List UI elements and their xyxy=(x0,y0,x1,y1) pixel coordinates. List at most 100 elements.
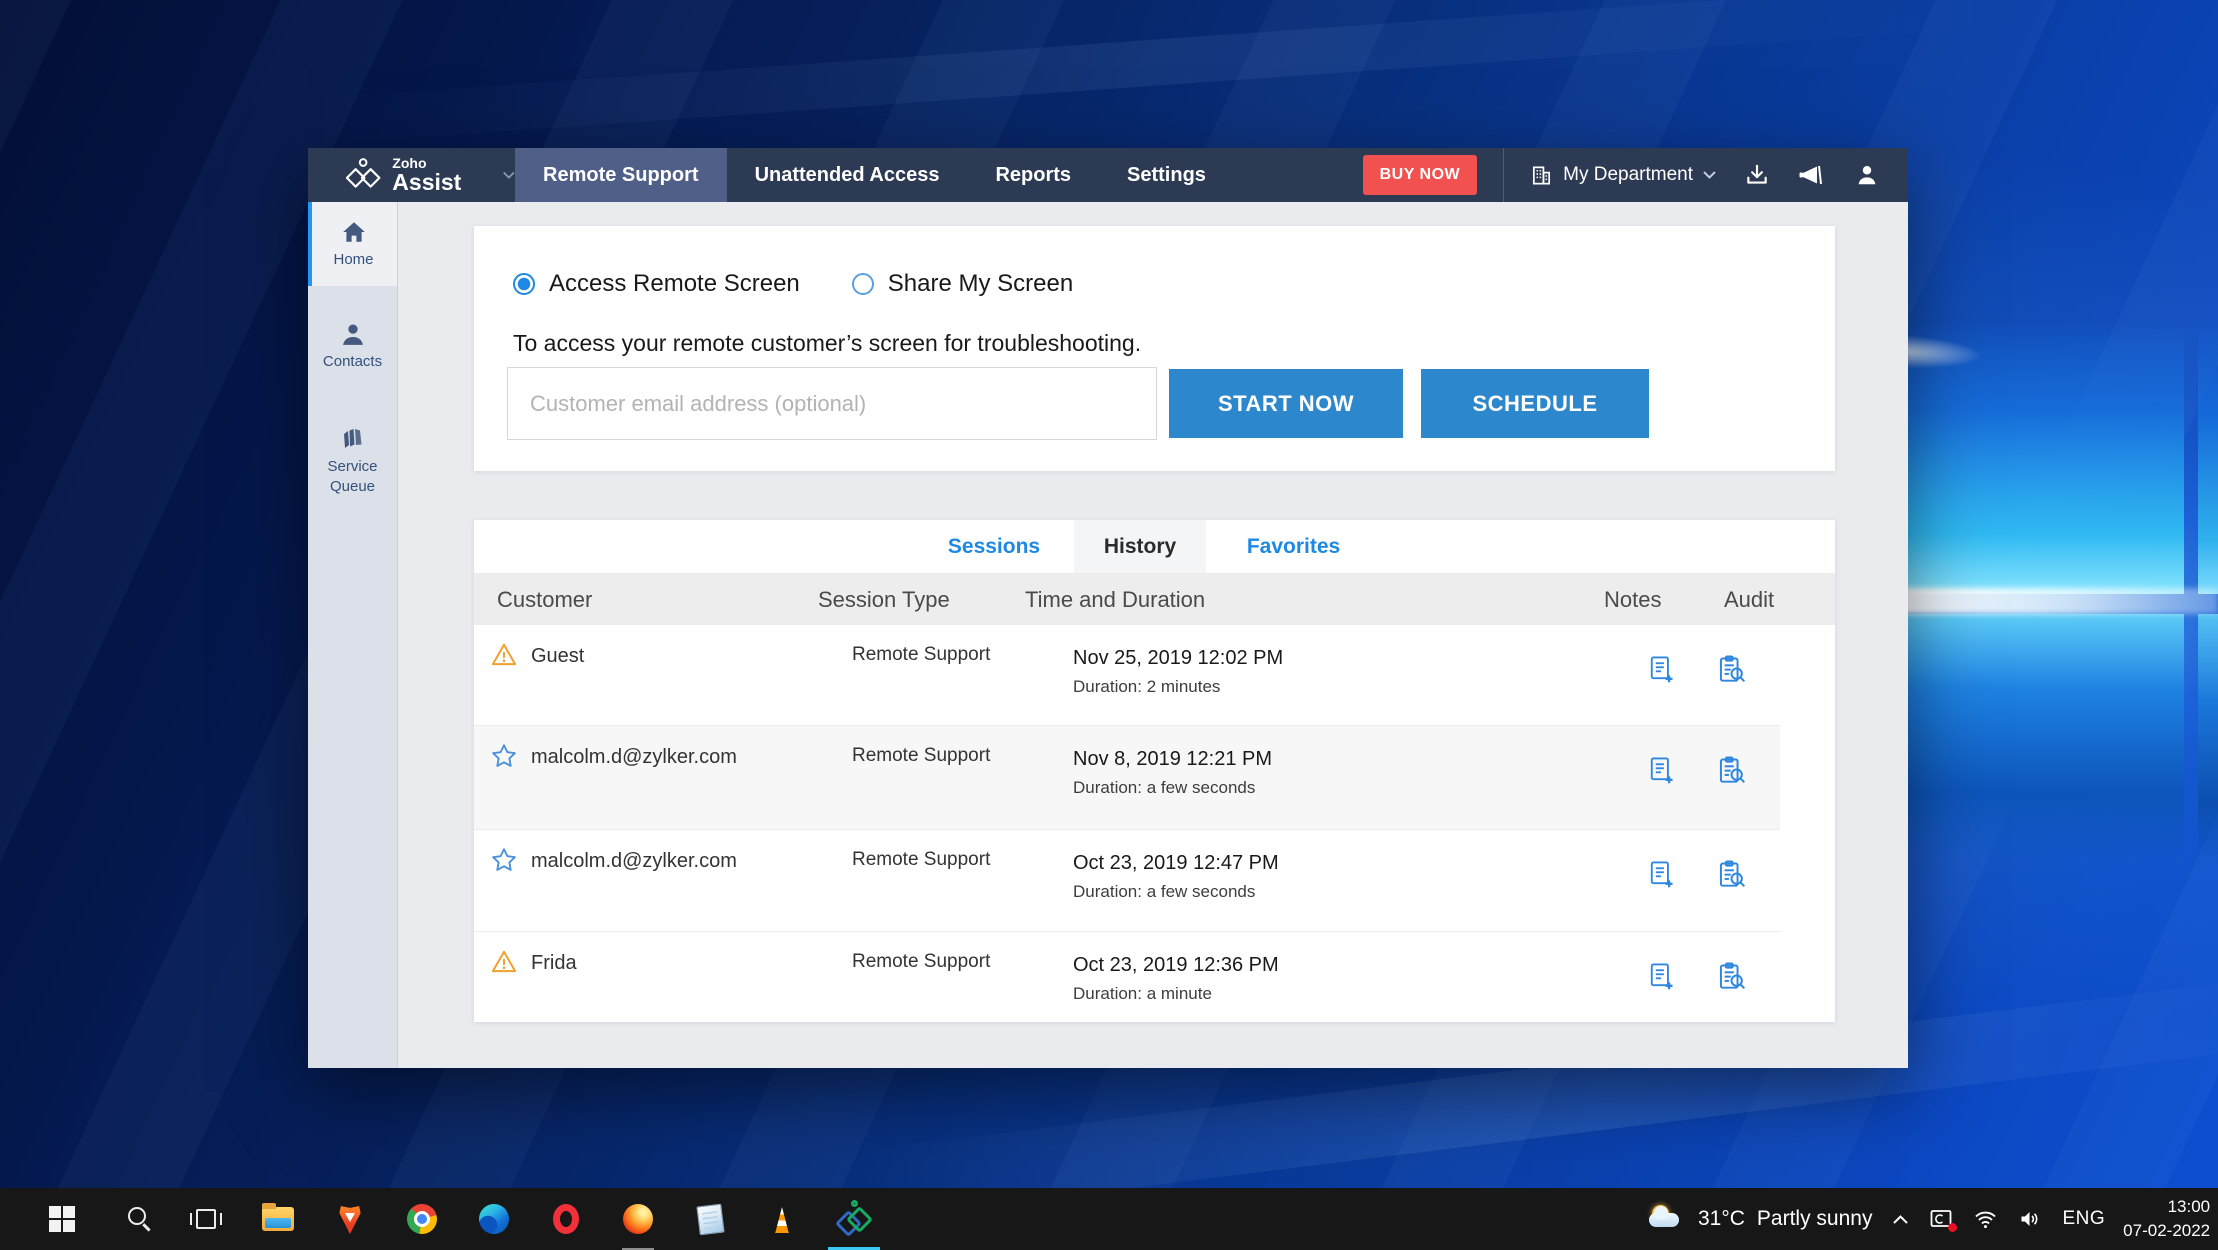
session-duration: Duration: a few seconds xyxy=(1073,882,1255,902)
zoho-assist-logo[interactable]: Zoho Assist xyxy=(308,148,515,202)
remote-session-description: To access your remote customer’s screen … xyxy=(513,330,1141,357)
brand-zoho: Zoho xyxy=(392,156,461,170)
notification-badge xyxy=(1948,1223,1957,1232)
session-time: Oct 23, 2019 12:47 PM xyxy=(1073,852,1279,875)
session-type: Remote Support xyxy=(852,644,990,666)
firefox-taskbar-button[interactable] xyxy=(602,1188,674,1250)
sidebar-item-home[interactable]: Home xyxy=(308,202,397,286)
share-my-screen-label[interactable]: Share My Screen xyxy=(888,270,1073,298)
tab-history[interactable]: History xyxy=(1074,520,1206,573)
row-stripe xyxy=(474,830,1780,932)
tab-unattended-access[interactable]: Unattended Access xyxy=(727,148,968,202)
wifi-icon[interactable] xyxy=(1973,1209,1998,1229)
customer-name: Guest xyxy=(531,645,584,668)
start-now-button[interactable]: START NOW xyxy=(1169,369,1403,438)
favorite-star-icon[interactable] xyxy=(490,742,518,770)
add-notes-icon[interactable] xyxy=(1646,858,1676,890)
start-taskbar-button[interactable] xyxy=(26,1188,98,1250)
share-my-screen-radio[interactable] xyxy=(852,273,874,295)
schedule-button[interactable]: SCHEDULE xyxy=(1421,369,1649,438)
show-hidden-icons-chevron[interactable] xyxy=(1892,1214,1909,1225)
session-duration: Duration: 2 minutes xyxy=(1073,677,1220,697)
chevron-down-icon[interactable] xyxy=(503,171,515,180)
wallpaper-light-streak xyxy=(300,0,1999,145)
taskbar-clock[interactable]: 13:00 07-02-2022 xyxy=(2123,1195,2210,1243)
volume-icon[interactable] xyxy=(2018,1209,2042,1229)
windows-taskbar: 31°C Partly sunny xyxy=(0,1188,2218,1250)
zoho-assist-logo-icon xyxy=(344,154,382,196)
session-time: Nov 8, 2019 12:21 PM xyxy=(1073,748,1272,771)
download-icon[interactable] xyxy=(1744,162,1770,188)
partly-sunny-icon xyxy=(1648,1204,1688,1234)
wallpaper-window-crossbar-glow xyxy=(1890,588,2218,614)
search-taskbar-button[interactable] xyxy=(98,1188,170,1250)
table-row[interactable]: Guest Remote Support Nov 25, 2019 12:02 … xyxy=(474,625,1835,726)
tab-sessions[interactable]: Sessions xyxy=(914,520,1074,573)
language-indicator[interactable]: ENG xyxy=(2062,1208,2105,1230)
action-center-icon[interactable] xyxy=(1929,1208,1953,1230)
session-duration: Duration: a few seconds xyxy=(1073,778,1255,798)
user-account-icon[interactable] xyxy=(1854,162,1880,188)
buy-now-button[interactable]: BUY NOW xyxy=(1363,155,1478,195)
task-view-taskbar-button[interactable] xyxy=(170,1188,242,1250)
warning-icon xyxy=(490,948,518,976)
sidebar-item-contacts[interactable]: Contacts xyxy=(308,308,397,384)
add-notes-icon[interactable] xyxy=(1646,960,1676,992)
session-time: Nov 25, 2019 12:02 PM xyxy=(1073,647,1283,670)
edge-taskbar-button[interactable] xyxy=(458,1188,530,1250)
tab-settings[interactable]: Settings xyxy=(1099,148,1234,202)
access-remote-screen-label[interactable]: Access Remote Screen xyxy=(549,270,800,298)
start-icon xyxy=(49,1206,75,1232)
view-audit-icon[interactable] xyxy=(1716,858,1748,890)
department-selector[interactable]: My Department xyxy=(1530,164,1716,187)
file-explorer-icon xyxy=(262,1207,294,1231)
history-tabs: Sessions History Favorites xyxy=(474,520,1835,573)
table-row[interactable]: Frida Remote Support Oct 23, 2019 12:36 … xyxy=(474,932,1835,1020)
table-row[interactable]: malcolm.d@zylker.com Remote Support Oct … xyxy=(474,830,1835,932)
taskbar-pinned-apps xyxy=(26,1188,890,1250)
session-history-card: Sessions History Favorites Customer Sess… xyxy=(474,520,1835,1022)
zoho-assist-taskbar-button[interactable] xyxy=(818,1188,890,1250)
edge-icon xyxy=(479,1204,509,1234)
tab-favorites[interactable]: Favorites xyxy=(1206,520,1381,573)
column-customer: Customer xyxy=(497,587,592,613)
warning-icon xyxy=(490,641,518,669)
sidebar-item-service-queue[interactable]: Service Queue xyxy=(308,411,397,510)
table-row[interactable]: malcolm.d@zylker.com Remote Support Nov … xyxy=(474,726,1835,830)
brave-icon xyxy=(337,1204,363,1234)
add-notes-icon[interactable] xyxy=(1646,754,1676,786)
notepad-icon xyxy=(696,1203,724,1235)
tab-reports[interactable]: Reports xyxy=(967,148,1099,202)
opera-taskbar-button[interactable] xyxy=(530,1188,602,1250)
remote-session-card: Access Remote Screen Share My Screen To … xyxy=(474,226,1835,471)
view-audit-icon[interactable] xyxy=(1716,653,1748,685)
chrome-taskbar-button[interactable] xyxy=(386,1188,458,1250)
tab-remote-support[interactable]: Remote Support xyxy=(515,148,727,202)
add-notes-icon[interactable] xyxy=(1646,653,1676,685)
department-label: My Department xyxy=(1563,164,1693,186)
brand-assist: Assist xyxy=(392,171,461,194)
file-explorer-taskbar-button[interactable] xyxy=(242,1188,314,1250)
navbar-right-section: BUY NOW My Department xyxy=(1363,148,1908,202)
session-rows: Guest Remote Support Nov 25, 2019 12:02 … xyxy=(474,625,1835,1020)
contacts-person-icon xyxy=(340,322,366,346)
vlc-taskbar-button[interactable] xyxy=(746,1188,818,1250)
session-type: Remote Support xyxy=(852,951,990,973)
top-navbar: Zoho Assist Remote Support Unattended Ac… xyxy=(308,148,1908,202)
access-remote-screen-radio[interactable] xyxy=(513,273,535,295)
system-tray: 31°C Partly sunny xyxy=(1648,1188,2210,1250)
view-audit-icon[interactable] xyxy=(1716,754,1748,786)
notepad-taskbar-button[interactable] xyxy=(674,1188,746,1250)
customer-name: Frida xyxy=(531,952,577,975)
column-notes: Notes xyxy=(1604,587,1661,613)
announcements-megaphone-icon[interactable] xyxy=(1798,162,1826,188)
customer-email-input[interactable] xyxy=(507,367,1157,440)
clock-date: 07-02-2022 xyxy=(2123,1221,2210,1240)
favorite-star-icon[interactable] xyxy=(490,846,518,874)
weather-condition: Partly sunny xyxy=(1757,1207,1873,1231)
brave-taskbar-button[interactable] xyxy=(314,1188,386,1250)
weather-widget[interactable]: 31°C Partly sunny xyxy=(1648,1204,1872,1234)
service-queue-icon xyxy=(339,425,367,451)
view-audit-icon[interactable] xyxy=(1716,960,1748,992)
wallpaper-window-pane xyxy=(2198,614,2218,862)
